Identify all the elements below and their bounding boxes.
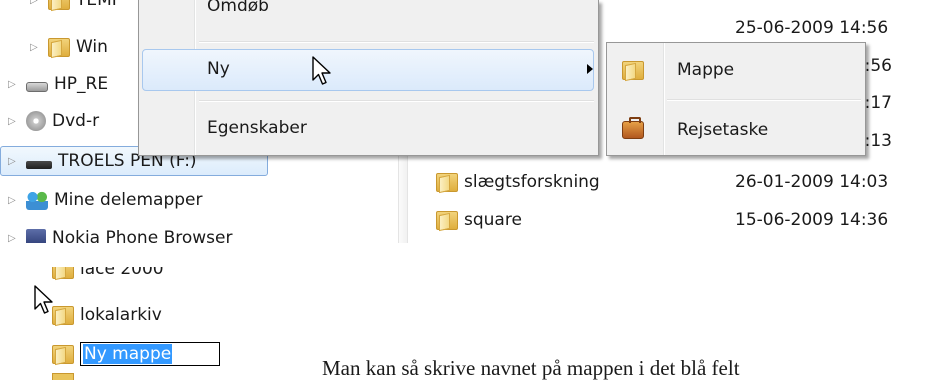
submenu-item-rejsetaske[interactable]: Rejsetaske — [677, 120, 768, 140]
new-submenu: Mappe Rejsetaske — [606, 42, 866, 156]
tree-item-label: Mine delemapper — [54, 190, 203, 210]
usb-drive-icon — [26, 161, 52, 169]
menu-separator — [199, 100, 594, 102]
folder-label: lokalarkiv — [80, 305, 162, 325]
tree-item-nokia[interactable]: ▷ Nokia Phone Browser — [8, 224, 232, 243]
folder-item-lace[interactable]: lace 2000 — [52, 267, 164, 283]
folder-icon — [52, 344, 74, 366]
rename-input[interactable]: Ny mappe — [80, 342, 220, 366]
briefcase-icon — [622, 117, 644, 139]
folder-icon — [48, 37, 70, 59]
expand-arrow-icon[interactable]: ▷ — [30, 0, 42, 6]
file-date: 25-06-2009 14:56 — [735, 18, 889, 38]
submenu-item-mappe[interactable]: Mappe — [677, 60, 734, 80]
tree-item-hp-re[interactable]: ▷ HP_RE — [8, 70, 108, 98]
tree-item-win[interactable]: ▷ Win — [30, 33, 108, 61]
expand-arrow-icon[interactable]: ▷ — [8, 116, 20, 127]
expand-arrow-icon[interactable]: ▷ — [8, 156, 20, 167]
expand-arrow-icon[interactable]: ▷ — [8, 79, 20, 90]
menu-item-egenskaber[interactable]: Egenskaber — [207, 118, 307, 138]
menu-item-omdoeb[interactable]: Omdøb — [207, 0, 269, 16]
tree-item-label: TEMP — [76, 0, 123, 10]
tree-item-label: Win — [76, 37, 108, 57]
file-row-slaegtsforskning[interactable]: slægtsforskning — [436, 168, 600, 196]
tree-item-temp[interactable]: ▷ TEMP — [30, 0, 122, 14]
menu-separator — [199, 41, 594, 43]
tree-item-label: Dvd-r — [52, 111, 100, 131]
rename-screenshot: lace 2000 lokalarkiv Ny mappe — [0, 267, 322, 380]
file-name: slægtsforskning — [464, 172, 600, 192]
expand-arrow-icon[interactable]: ▷ — [30, 42, 42, 53]
explorer-screenshot: ▷ TEMP ▷ Win ▷ HP_RE ▷ Dvd-r ▷ TROELS PE… — [0, 0, 927, 243]
folder-icon — [622, 60, 644, 82]
folder-icon — [48, 0, 70, 12]
instruction-caption: Man kan så skrive navnet på mappen i det… — [322, 356, 740, 380]
hard-drive-icon — [26, 82, 48, 92]
folder-item-lokalarkiv[interactable]: lokalarkiv — [52, 301, 162, 329]
menu-icon-gutter — [663, 43, 665, 155]
context-menu: Omdøb Ny Egenskaber — [138, 0, 599, 156]
file-name: square — [464, 210, 522, 230]
mouse-cursor-icon — [34, 285, 53, 314]
file-date: 15-06-2009 14:36 — [735, 210, 889, 230]
tree-item-label: HP_RE — [54, 74, 109, 94]
folder-label: lace 2000 — [80, 267, 164, 279]
folder-item-partial — [52, 373, 74, 380]
folder-icon — [436, 210, 458, 232]
expand-arrow-icon[interactable]: ▷ — [8, 233, 20, 244]
file-row-square[interactable]: square — [436, 206, 522, 234]
phone-icon — [26, 229, 46, 243]
tree-item-mine-delemapper[interactable]: ▷ Mine delemapper — [8, 186, 202, 214]
folder-icon — [52, 267, 74, 281]
folder-icon — [436, 172, 458, 194]
tree-item-label: Nokia Phone Browser — [52, 228, 233, 243]
shared-folders-icon — [26, 190, 48, 210]
folder-item-new[interactable]: Ny mappe — [52, 340, 220, 368]
submenu-arrow-icon — [587, 64, 593, 74]
expand-arrow-icon[interactable]: ▷ — [8, 195, 20, 206]
dvd-drive-icon — [26, 111, 46, 131]
rename-selected-text: Ny mappe — [83, 344, 173, 364]
tree-item-dvd[interactable]: ▷ Dvd-r — [8, 107, 99, 135]
menu-separator — [667, 99, 861, 101]
mouse-cursor-icon — [312, 56, 331, 85]
file-date: 26-01-2009 14:03 — [735, 172, 889, 192]
menu-item-ny[interactable]: Ny — [207, 59, 230, 79]
